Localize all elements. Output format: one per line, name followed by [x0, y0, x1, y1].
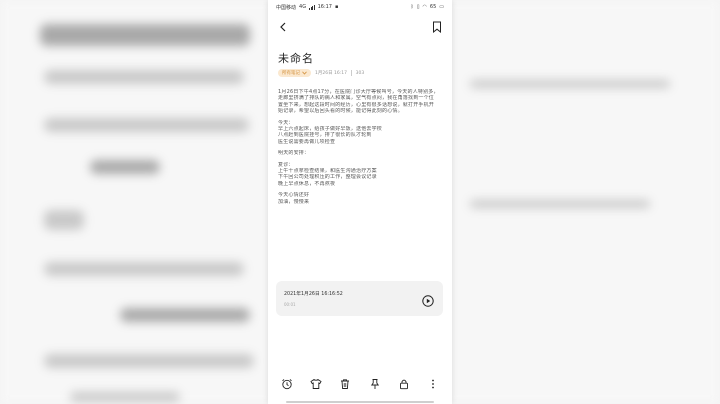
note-body[interactable]: 1月26日下午4点17分，在医院门诊大厅等候叫号，今天的人特别多， 走廊里挤满了排…	[278, 89, 442, 205]
note-title[interactable]: 未命名	[278, 50, 314, 66]
trash-icon[interactable]	[338, 377, 352, 391]
notification-icon: ▪	[335, 4, 339, 10]
note-date: 1月26日 16:17	[315, 71, 347, 76]
status-right: ᛒ ▯ ◠ 65 ▭	[411, 4, 444, 10]
vibrate-icon: ▯	[416, 4, 420, 10]
bg-block	[44, 262, 244, 276]
bg-block	[470, 80, 670, 88]
bluetooth-icon: ᛒ	[410, 4, 414, 10]
bookmark-icon[interactable]	[430, 20, 444, 34]
bg-block	[40, 24, 250, 46]
word-count: 303	[355, 70, 365, 76]
status-bar: 中国移动 4G 16:17 ▪ ᛒ ▯ ◠ 65 ▭	[268, 0, 452, 14]
signal-icon	[309, 4, 315, 10]
body-line: 走廊里挤满了排队的病人和家属，空气有点闷，我在角落找到一个位	[278, 95, 435, 102]
audio-title: 2021年1月26日 16:16:52	[284, 292, 343, 297]
bg-block	[44, 210, 84, 230]
status-time: 16:17	[317, 4, 332, 10]
wifi-icon: ◠	[422, 4, 427, 10]
bg-block	[470, 200, 650, 208]
home-indicator[interactable]	[286, 401, 434, 403]
note-meta-row: 所有笔记 1月26日 16:17 303	[278, 68, 364, 78]
note-screen: 中国移动 4G 16:17 ▪ ᛒ ▯ ◠ 65 ▭ 未命名 所有笔记 1月26…	[268, 0, 452, 404]
play-icon[interactable]	[422, 292, 434, 307]
more-vertical-icon[interactable]	[426, 377, 440, 391]
top-toolbar	[268, 16, 452, 38]
bg-block	[44, 354, 254, 368]
audio-duration: 00:01	[284, 302, 296, 307]
bg-block	[90, 160, 160, 174]
folder-label: 所有笔记	[282, 71, 300, 76]
back-arrow-icon[interactable]	[276, 20, 290, 34]
body-line: 加油，慢慢来	[278, 198, 310, 205]
lock-icon[interactable]	[397, 377, 411, 391]
carrier-left: 中国移动	[276, 4, 297, 11]
battery-level: 65	[429, 4, 437, 10]
bg-block	[120, 308, 250, 322]
bottom-toolbar	[268, 374, 452, 394]
alarm-clock-icon[interactable]	[280, 377, 294, 391]
audio-recording-card[interactable]: 2021年1月26日 16:16:52 00:01	[276, 281, 443, 316]
network-left: 4G	[299, 4, 307, 10]
bg-block	[70, 392, 180, 402]
meta-divider	[351, 70, 352, 76]
folder-chip[interactable]: 所有笔记	[278, 69, 311, 77]
tshirt-icon[interactable]	[309, 377, 323, 391]
battery-icon: ▭	[439, 4, 444, 10]
pin-icon[interactable]	[368, 377, 382, 391]
bg-block	[44, 118, 249, 132]
chevron-down-icon	[302, 71, 307, 75]
status-left: 中国移动 4G 16:17 ▪	[276, 4, 338, 11]
bg-block	[44, 70, 244, 84]
